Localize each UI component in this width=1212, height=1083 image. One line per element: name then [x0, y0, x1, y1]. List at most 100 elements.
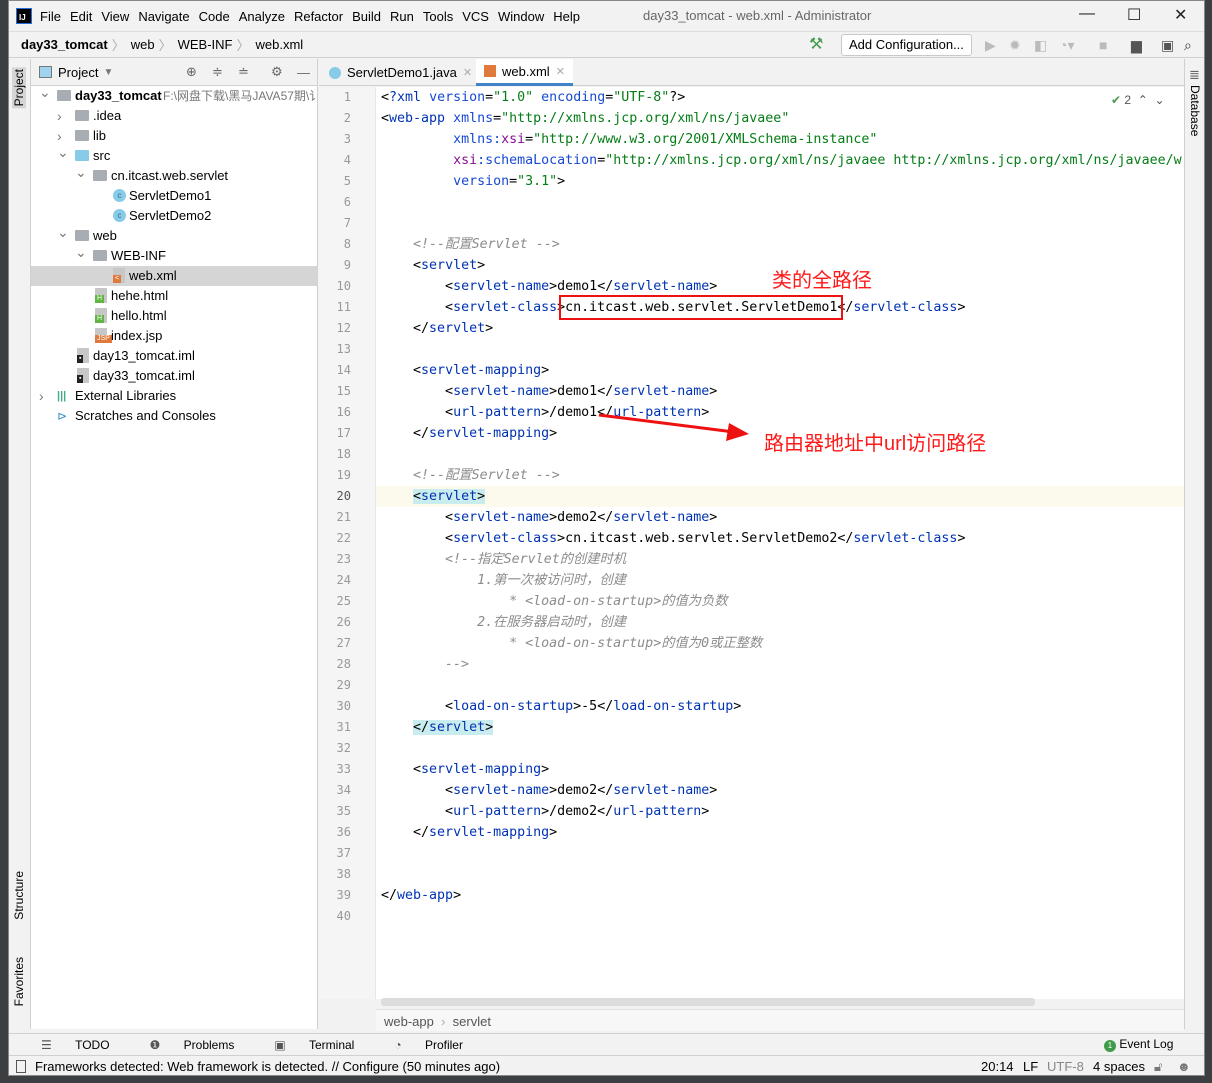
close-button[interactable]: ✕ — [1174, 5, 1187, 25]
project-structure-icon[interactable]: ▆ — [1131, 37, 1142, 54]
chevron-down-icon[interactable]: ▼ — [103, 67, 113, 78]
code-line[interactable]: <!--指定Servlet的创建时机 — [376, 549, 1184, 570]
menu-vcs[interactable]: VCS — [462, 9, 489, 24]
code-line[interactable]: <load-on-startup>-5</load-on-startup> — [376, 696, 1184, 717]
database-tool-tab[interactable]: Database — [1188, 85, 1202, 136]
collapse-all-icon[interactable]: ≐ — [238, 64, 249, 80]
code-line[interactable]: <servlet-name>demo2</servlet-name> — [376, 507, 1184, 528]
tree-item[interactable]: ⌄ day33_tomcat F:\网盘下载\黑马JAVA57期\讠 — [31, 84, 321, 106]
expand-all-icon[interactable]: ≑ — [212, 64, 223, 80]
code-line[interactable] — [376, 213, 1184, 234]
tree-item[interactable]: ⊳ Scratches and Consoles — [31, 406, 318, 426]
code-line[interactable] — [376, 339, 1184, 360]
tab-web-xml[interactable]: web.xml ✕ — [476, 59, 573, 86]
menu-build[interactable]: Build — [352, 9, 381, 24]
code-line[interactable]: <servlet-name>demo1</servlet-name> — [376, 381, 1184, 402]
tree-item[interactable]: › ||| External Libraries — [31, 386, 318, 406]
tree-item[interactable]: JSP index.jsp — [31, 326, 318, 346]
code-line[interactable] — [376, 864, 1184, 885]
structure-tool-tab[interactable]: Structure — [12, 871, 26, 920]
inspector-icon[interactable]: ☻ — [1177, 1059, 1191, 1074]
minimize-button[interactable]: — — [1079, 5, 1095, 23]
code-line[interactable]: xsi:schemaLocation="http://xmlns.jcp.org… — [376, 150, 1184, 171]
horizontal-scrollbar[interactable] — [381, 998, 1035, 1006]
tree-item[interactable]: Hhello.html — [31, 306, 318, 326]
code-line[interactable]: <?xml version="1.0" encoding="UTF-8"?> — [376, 87, 1184, 108]
code-line[interactable]: <servlet-mapping> — [376, 759, 1184, 780]
chevron-down-icon[interactable]: ⌄ — [75, 242, 87, 262]
breadcrumb-item[interactable]: web.xml — [256, 37, 304, 52]
tool-todo[interactable]: ☰ TODO — [41, 1038, 130, 1052]
code-line[interactable]: <url-pattern>/demo1</url-pattern> — [376, 402, 1184, 423]
code-line[interactable]: <!--配置Servlet --> — [376, 465, 1184, 486]
breadcrumb-item[interactable]: day33_tomcat — [21, 37, 108, 52]
hide-icon[interactable]: — — [297, 65, 310, 80]
tree-item[interactable]: ⌄ cn.itcast.web.servlet — [31, 164, 318, 186]
maximize-button[interactable]: ☐ — [1127, 5, 1141, 25]
tree-item[interactable]: c ServletDemo1 — [31, 186, 318, 206]
menu-edit[interactable]: Edit — [70, 9, 92, 24]
tree-item[interactable]: Hhehe.html — [31, 286, 318, 306]
close-tab-icon[interactable]: ✕ — [463, 66, 472, 79]
code-line[interactable] — [376, 906, 1184, 927]
chevron-down-icon[interactable]: ⌄ — [57, 142, 69, 162]
lock-icon[interactable]: 🔓︎ — [1154, 1059, 1162, 1075]
menu-view[interactable]: View — [101, 9, 129, 24]
tree-item[interactable]: < web.xml — [31, 266, 318, 286]
menu-help[interactable]: Help — [553, 9, 580, 24]
code-line[interactable]: --> — [376, 654, 1184, 675]
locate-icon[interactable]: ⊕ — [186, 64, 197, 80]
code-editor[interactable]: ✔ 2 ⌃ ⌄ <?xml version="1.0" encoding="UT… — [376, 87, 1184, 999]
chevron-right-icon[interactable]: › — [39, 386, 44, 406]
code-line[interactable] — [376, 192, 1184, 213]
profile-icon[interactable]: ◔▾ — [1059, 37, 1074, 54]
tree-item[interactable]: ▪ day33_tomcat.iml — [31, 366, 318, 386]
chevron-down-icon[interactable]: ⌄ — [39, 82, 51, 102]
tool-profiler[interactable]: ◔ Profiler — [394, 1038, 483, 1052]
code-line[interactable]: * <load-on-startup>的值为0或正整数 — [376, 633, 1184, 654]
code-line[interactable]: 1.第一次被访问时，创建 — [376, 570, 1184, 591]
code-line[interactable]: </servlet-mapping> — [376, 822, 1184, 843]
code-line[interactable]: <servlet-mapping> — [376, 360, 1184, 381]
code-line[interactable] — [376, 843, 1184, 864]
gear-icon[interactable]: ⚙ — [271, 64, 283, 80]
terminal-window-icon[interactable]: ▣ — [1161, 37, 1174, 54]
caret-position[interactable]: 20:14 — [981, 1059, 1014, 1074]
code-line[interactable]: <servlet-class>cn.itcast.web.servlet.Ser… — [376, 528, 1184, 549]
favorites-tool-tab[interactable]: Favorites — [12, 957, 26, 1006]
indent-setting[interactable]: 4 spaces — [1093, 1059, 1145, 1074]
code-line[interactable] — [376, 675, 1184, 696]
tree-item[interactable]: ▪ day13_tomcat.iml — [31, 346, 318, 366]
status-toggle-icon[interactable] — [16, 1060, 26, 1073]
editor-breadcrumb-item[interactable]: web-app — [384, 1014, 434, 1029]
code-line[interactable]: </web-app> — [376, 885, 1184, 906]
tool-problems[interactable]: ❶ Problems — [150, 1038, 255, 1052]
chevron-down-icon[interactable]: ⌄ — [57, 222, 69, 242]
code-line[interactable]: <servlet-name>demo2</servlet-name> — [376, 780, 1184, 801]
tree-item[interactable]: › lib — [31, 126, 318, 146]
chevron-down-icon[interactable]: ⌄ — [75, 162, 87, 182]
menu-run[interactable]: Run — [390, 9, 414, 24]
project-view-selector[interactable]: Project — [58, 65, 98, 80]
menu-file[interactable]: File — [40, 9, 61, 24]
run-icon[interactable]: ▶ — [985, 37, 996, 54]
code-line[interactable]: xmlns:xsi="http://www.w3.org/2001/XMLSch… — [376, 129, 1184, 150]
code-line[interactable]: <!--配置Servlet --> — [376, 234, 1184, 255]
status-message[interactable]: Frameworks detected: Web framework is de… — [35, 1059, 500, 1074]
file-encoding[interactable]: UTF-8 — [1047, 1059, 1084, 1074]
add-configuration-button[interactable]: Add Configuration... — [841, 34, 972, 56]
code-line[interactable]: 2.在服务器启动时，创建 — [376, 612, 1184, 633]
tab-servletdemo1-java[interactable]: ServletDemo1.java ✕ — [321, 59, 480, 86]
code-line[interactable]: <servlet> — [376, 486, 1184, 507]
breadcrumb-item[interactable]: web — [131, 37, 155, 52]
tree-item[interactable]: › .idea — [31, 106, 318, 126]
debug-icon[interactable]: ✹ — [1009, 37, 1021, 54]
code-line[interactable] — [376, 738, 1184, 759]
menu-navigate[interactable]: Navigate — [138, 9, 189, 24]
stop-icon[interactable]: ■ — [1099, 37, 1107, 53]
menu-window[interactable]: Window — [498, 9, 544, 24]
coverage-icon[interactable]: ◧ — [1034, 37, 1047, 54]
menu-refactor[interactable]: Refactor — [294, 9, 343, 24]
event-log-button[interactable]: 1 Event Log — [1104, 1037, 1173, 1052]
close-tab-icon[interactable]: ✕ — [556, 65, 565, 78]
